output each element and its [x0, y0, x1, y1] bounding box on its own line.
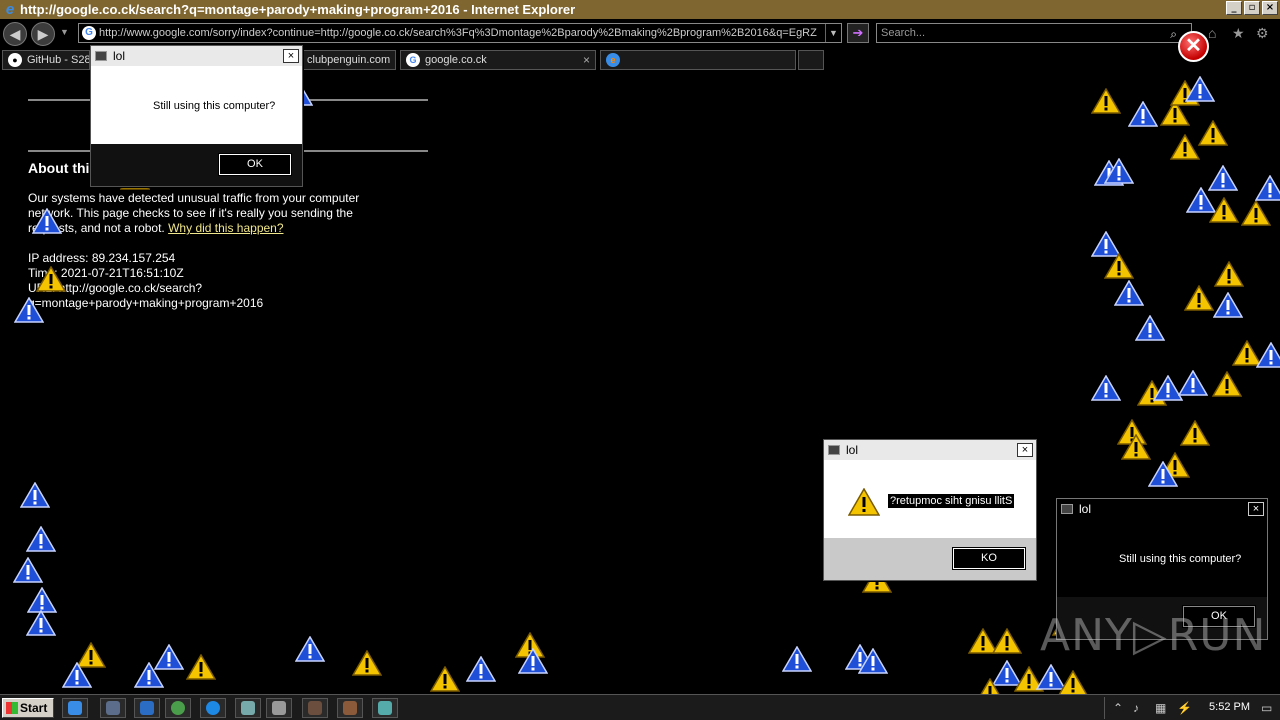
tab-label: clubpenguin.com	[307, 54, 391, 66]
url-line: q=montage+parody+making+program+2016	[28, 296, 264, 310]
tab-github[interactable]: ● GitHub - S28	[2, 50, 90, 70]
tab-google[interactable]: G google.co.ck ×	[400, 50, 596, 70]
tab-clubpenguin[interactable]: clubpenguin.com	[302, 50, 396, 70]
dialog-body: ?retupmoc siht gnisu llitS	[824, 460, 1036, 538]
dialog-app-icon	[95, 51, 107, 61]
taskbar-app-icon[interactable]	[266, 698, 292, 718]
dialog-still-using-top-left: lol × Still using this computer? OK	[90, 45, 303, 187]
settings-gear-icon[interactable]: ⚙	[1256, 25, 1269, 42]
taskbar-app-icon[interactable]	[302, 698, 328, 718]
anyrun-watermark: ANY▷RUN	[1040, 610, 1267, 661]
back-arrow-icon: ◀	[9, 26, 21, 42]
desktop-screen: e http://google.co.ck/search?q=montage+p…	[0, 0, 1280, 720]
google-favicon-icon: G	[406, 53, 420, 67]
internet-explorer-icon: e	[606, 53, 620, 67]
start-button[interactable]: Start	[2, 698, 54, 718]
back-button[interactable]: ◀	[3, 22, 27, 46]
restore-button[interactable]: ▫	[1244, 1, 1260, 15]
tab-label: google.co.ck	[425, 54, 487, 66]
dialog-footer: OK	[91, 144, 302, 186]
dialog-title-bar[interactable]: lol ×	[1057, 499, 1267, 519]
window-title-bar[interactable]: e http://google.co.ck/search?q=montage+p…	[0, 0, 1280, 19]
dialog-app-icon	[1061, 504, 1073, 514]
dialog-message: Still using this computer?	[1119, 553, 1242, 565]
search-input[interactable]: Search... ⌕	[876, 23, 1192, 43]
power-icon[interactable]: ⚡	[1177, 701, 1192, 715]
navigation-bar: ◀ ▶ ▼ G http://www.google.com/sorry/inde…	[0, 19, 1280, 48]
forward-arrow-icon: ▶	[37, 26, 49, 42]
search-placeholder: Search...	[881, 27, 926, 39]
taskbar-app-icon[interactable]	[372, 698, 398, 718]
new-tab-button[interactable]	[798, 50, 824, 70]
dialog-title: lol	[846, 443, 859, 457]
dialog-footer: KO	[824, 538, 1036, 580]
forward-button[interactable]: ▶	[31, 22, 55, 46]
why-did-this-happen-link[interactable]: Why did this happen?	[168, 221, 283, 235]
minimize-button[interactable]: _	[1226, 1, 1242, 15]
search-icon[interactable]: ⌕	[1170, 25, 1177, 43]
dialog-app-icon	[828, 445, 840, 455]
dialog-close-button[interactable]: ×	[283, 49, 299, 63]
body-text: network. This page checks to see if it's…	[28, 206, 353, 220]
ip-address: IP address: 89.234.157.254	[28, 251, 176, 265]
volume-icon[interactable]: ♪	[1133, 701, 1139, 715]
dialog-warning-icon	[847, 487, 881, 519]
tab-new[interactable]: e	[600, 50, 796, 70]
dialog-message: ?retupmoc siht gnisu llitS	[888, 494, 1015, 508]
address-text: http://www.google.com/sorry/index?contin…	[99, 27, 817, 39]
dialog-close-button[interactable]: ×	[1017, 443, 1033, 457]
history-dropdown-icon[interactable]: ▼	[60, 27, 69, 37]
tray-expand-icon[interactable]: ⌃	[1113, 701, 1123, 715]
dialog-ko-button[interactable]: KO	[952, 547, 1026, 570]
taskbar-chrome-icon[interactable]	[165, 698, 191, 718]
windows-flag-icon	[6, 702, 18, 714]
page-heading: About this	[28, 160, 98, 176]
dialog-body: Still using this computer?	[1057, 519, 1267, 597]
taskbar-media-player-icon[interactable]	[134, 698, 160, 718]
home-icon[interactable]: ⌂	[1208, 25, 1216, 41]
github-icon: ●	[8, 53, 22, 67]
dialog-message: Still using this computer?	[153, 100, 276, 112]
taskbar: Start ⌃ ♪ ▦ ⚡ 5:52 PM ▭	[0, 694, 1280, 720]
internet-explorer-icon: e	[5, 1, 15, 18]
address-bar[interactable]: G http://www.google.com/sorry/index?cont…	[78, 23, 842, 43]
start-label: Start	[20, 701, 48, 715]
dialog-title: lol	[1079, 502, 1092, 516]
body-text: Our systems have detected unusual traffi…	[28, 191, 360, 205]
dialog-close-button[interactable]: ×	[1248, 502, 1264, 516]
favorites-star-icon[interactable]: ★	[1232, 25, 1245, 42]
system-tray: ⌃ ♪ ▦ ⚡ 5:52 PM ▭	[1104, 697, 1280, 719]
body-text: requests, and not a robot. Why did this …	[28, 221, 284, 236]
clock: 5:52 PM	[1209, 701, 1250, 713]
tab-close-icon[interactable]: ×	[583, 51, 590, 69]
go-button[interactable]: ➔	[847, 23, 869, 43]
network-icon[interactable]: ▦	[1155, 701, 1166, 715]
dialog-title-bar[interactable]: lol ×	[91, 46, 302, 66]
show-desktop-icon[interactable]: ▭	[1261, 701, 1272, 715]
red-close-icon[interactable]: ✕	[1178, 31, 1209, 62]
dialog-reversed-center: lol × ?retupmoc siht gnisu llitS KO	[823, 439, 1037, 581]
taskbar-app-icon[interactable]	[235, 698, 261, 718]
dialog-body: Still using this computer?	[91, 66, 302, 144]
taskbar-app-icon[interactable]	[100, 698, 126, 718]
dialog-title-bar[interactable]: lol ×	[824, 440, 1036, 460]
taskbar-app-icon[interactable]	[200, 698, 226, 718]
taskbar-ie-icon[interactable]	[62, 698, 88, 718]
address-dropdown-icon[interactable]: ▼	[825, 24, 841, 42]
close-window-button[interactable]: ×	[1262, 1, 1278, 15]
go-arrow-icon: ➔	[852, 25, 864, 40]
tab-label: GitHub - S28	[27, 54, 90, 66]
window-controls: _ ▫ ×	[1226, 1, 1278, 15]
dialog-ok-button[interactable]: OK	[218, 153, 292, 176]
window-title: http://google.co.ck/search?q=montage+par…	[20, 2, 576, 17]
google-favicon-icon: G	[82, 26, 96, 40]
dialog-title: lol	[113, 49, 126, 63]
taskbar-app-icon[interactable]	[337, 698, 363, 718]
